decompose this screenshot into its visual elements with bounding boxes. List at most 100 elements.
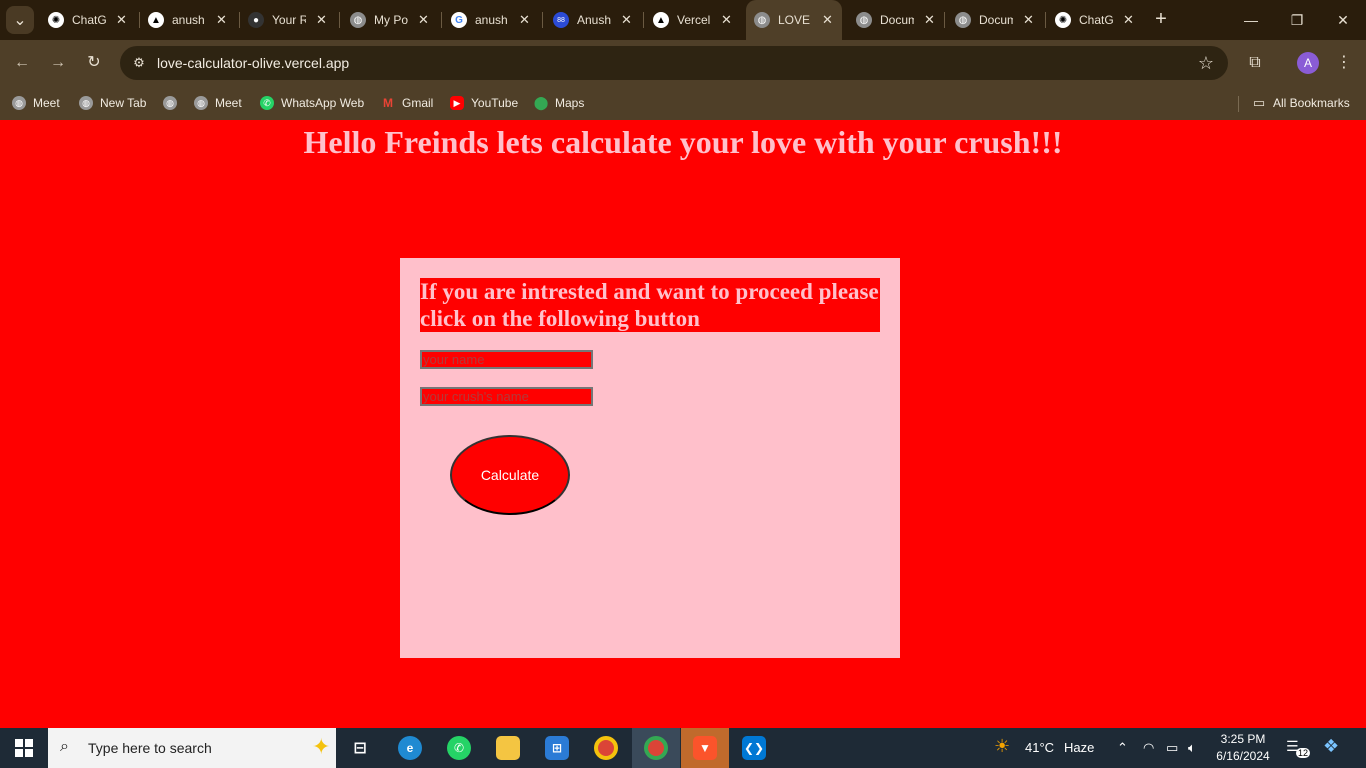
tab-title: ChatGPT (1079, 13, 1113, 27)
tab-divider (944, 12, 945, 28)
taskbar-chrome-profile[interactable] (632, 728, 680, 768)
taskbar-vscode[interactable]: ❮❯ (730, 728, 778, 768)
site-info-icon[interactable]: ⚙ (130, 54, 148, 72)
globe-icon: ◍ (12, 96, 26, 110)
back-button[interactable]: ← (10, 51, 34, 75)
close-icon[interactable]: ✕ (316, 12, 327, 28)
bookmark-new-tab[interactable]: ◍ New Tab (79, 93, 146, 113)
tab-search-button[interactable]: ⌄ (6, 6, 34, 34)
task-view-icon: ⊟ (353, 740, 367, 757)
tab-chatgpt[interactable]: ✺ ChatGPT ✕ (40, 6, 127, 34)
close-icon[interactable]: ✕ (418, 12, 429, 28)
copilot-icon[interactable]: ❖ (1323, 736, 1339, 757)
tab-title: Anush (577, 13, 611, 27)
globe-icon: ◍ (163, 96, 177, 110)
close-icon[interactable]: ✕ (924, 12, 935, 28)
tab-love-active[interactable]: ◍ LOVE ✕ (746, 0, 842, 40)
tab-title: Document (979, 13, 1013, 27)
bookmark-meet-2[interactable]: ◍ Meet (194, 93, 242, 113)
forward-button[interactable]: → (46, 51, 70, 75)
bookmark-label: New Tab (100, 96, 147, 110)
address-bar[interactable]: ⚙ love-calculator-olive.vercel.app ☆ (120, 46, 1228, 80)
bookmark-star-icon[interactable]: ☆ (1198, 53, 1214, 74)
tab-document-1[interactable]: ◍ Document ✕ (848, 6, 935, 34)
close-icon[interactable]: ✕ (621, 12, 632, 28)
menu-kebab-icon[interactable]: ⋮ (1332, 51, 1356, 75)
sparkle-icon: ✦ (312, 734, 331, 759)
reload-button[interactable]: ↻ (82, 51, 106, 75)
bookmarks-divider (1238, 96, 1239, 112)
weather-icon[interactable]: ☀ (994, 736, 1010, 757)
bookmark-globe[interactable]: ◍ (163, 93, 184, 113)
tab-anush-vercel[interactable]: ▲ anush ✕ (140, 6, 227, 34)
globe-icon: ◍ (350, 12, 366, 28)
bookmark-label: Gmail (402, 96, 434, 110)
close-window-icon[interactable]: ✕ (1328, 8, 1358, 32)
bookmark-label: YouTube (471, 96, 519, 110)
globe-icon: ◍ (754, 12, 770, 28)
bookmark-youtube[interactable]: ▶ YouTube (450, 93, 518, 113)
new-tab-button[interactable]: + (1150, 8, 1172, 30)
restore-icon[interactable]: ❐ (1282, 8, 1312, 32)
weather-desc[interactable]: Haze (1064, 740, 1094, 755)
extensions-icon[interactable]: ⧉ (1243, 51, 1267, 75)
close-icon[interactable]: ✕ (519, 12, 530, 28)
taskbar-chrome[interactable] (582, 728, 630, 768)
bookmark-gmail[interactable]: M Gmail (381, 93, 433, 113)
url-text[interactable]: love-calculator-olive.vercel.app (157, 55, 349, 71)
tab-vercel[interactable]: ▲ Vercel ✕ (645, 6, 732, 34)
vercel-icon: ▲ (148, 12, 164, 28)
bookmarks-bar: ◍ Meet ◍ New Tab ◍ ◍ Meet ✆ WhatsApp Web… (0, 86, 1366, 120)
close-icon[interactable]: ✕ (216, 12, 227, 28)
start-button[interactable] (0, 728, 48, 768)
taskbar-file-explorer[interactable] (484, 728, 532, 768)
tab-divider (1045, 12, 1046, 28)
github-icon: ● (248, 12, 264, 28)
taskbar-brave[interactable]: ▼ (681, 728, 729, 768)
chevron-up-icon[interactable]: ⌃ (1117, 740, 1128, 756)
crush-name-input[interactable] (420, 387, 593, 406)
tab-title: Your Repositories (272, 13, 306, 27)
taskbar-store[interactable]: ⊞ (533, 728, 581, 768)
card-heading: If you are intrested and want to proceed… (420, 278, 880, 332)
close-icon[interactable]: ✕ (1123, 12, 1134, 28)
youtube-icon: ▶ (450, 96, 464, 110)
clock[interactable]: 3:25 PM 6/16/2024 (1212, 731, 1274, 765)
bookmark-meet[interactable]: ◍ Meet (12, 93, 60, 113)
tab-portfolio[interactable]: ◍ My Portfolio ✕ (342, 6, 429, 34)
tab-title: anush (172, 13, 205, 27)
calculate-button[interactable]: Calculate (450, 435, 570, 515)
tab-chatgpt-2[interactable]: ✺ ChatGPT ✕ (1047, 6, 1134, 34)
taskbar-search[interactable]: ⌕ Type here to search ✦ (48, 728, 336, 768)
weather-temp[interactable]: 41°C (1025, 740, 1054, 755)
close-icon[interactable]: ✕ (822, 12, 833, 28)
bookmark-whatsapp[interactable]: ✆ WhatsApp Web (260, 93, 364, 113)
volume-icon[interactable]: 🔈︎ (1188, 740, 1196, 756)
taskbar-whatsapp[interactable]: ✆ (435, 728, 483, 768)
your-name-input[interactable] (420, 350, 593, 369)
minimize-icon[interactable]: — (1236, 8, 1266, 32)
close-icon[interactable]: ✕ (116, 12, 127, 28)
tab-document-2[interactable]: ◍ Document ✕ (947, 6, 1034, 34)
profile-avatar[interactable]: A (1297, 52, 1319, 74)
battery-icon[interactable]: ▭ (1166, 740, 1178, 756)
all-bookmarks-label: All Bookmarks (1273, 96, 1350, 110)
bookmark-maps[interactable]: ⬤ Maps (534, 93, 585, 113)
task-view-button[interactable]: ⊟ (336, 728, 384, 768)
whatsapp-icon: ✆ (447, 736, 471, 760)
taskbar-edge[interactable]: e (386, 728, 434, 768)
browser-toolbar: ← → ↻ ⚙ love-calculator-olive.vercel.app… (0, 40, 1366, 86)
globe-icon: ◍ (79, 96, 93, 110)
tab-github[interactable]: ● Your Repositories ✕ (240, 6, 327, 34)
google-icon: G (451, 12, 467, 28)
brave-icon: ▼ (693, 736, 717, 760)
search-icon: ⌕ (60, 738, 69, 755)
close-icon[interactable]: ✕ (1023, 12, 1034, 28)
all-bookmarks-button[interactable]: ▭ All Bookmarks (1252, 93, 1350, 113)
tab-title: LOVE (778, 13, 811, 27)
close-icon[interactable]: ✕ (721, 12, 732, 28)
tab-anush-google[interactable]: G anush ✕ (443, 6, 530, 34)
bookmark-label: Meet (215, 96, 242, 110)
tab-anush-app[interactable]: 88 Anush ✕ (545, 6, 632, 34)
wifi-icon[interactable]: ◠ (1143, 740, 1154, 756)
